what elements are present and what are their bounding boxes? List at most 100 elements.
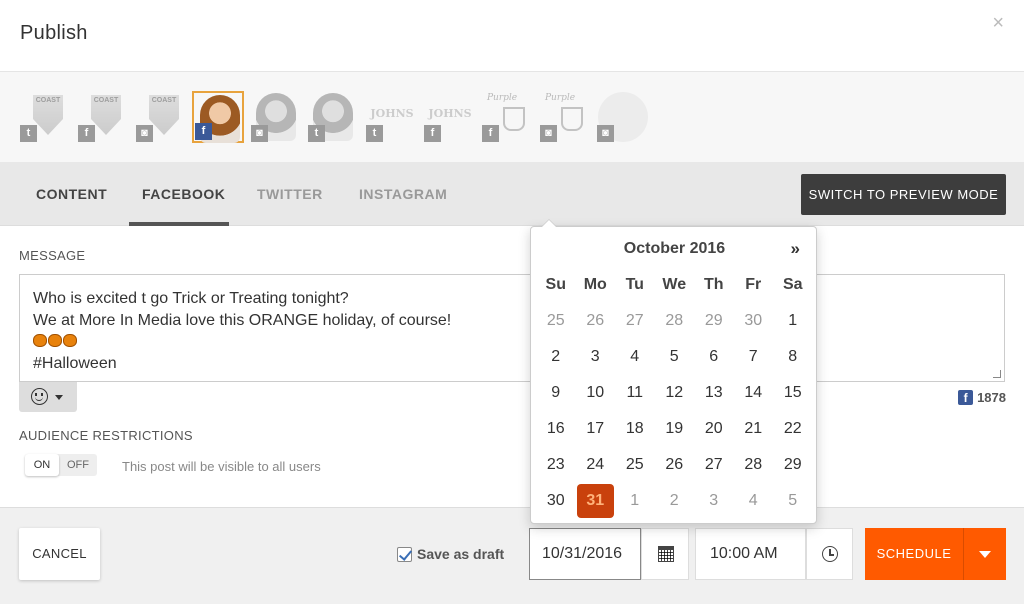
- toggle-on[interactable]: ON: [25, 454, 59, 476]
- calendar-day[interactable]: 27: [615, 303, 655, 339]
- calendar-day[interactable]: 6: [694, 339, 734, 375]
- calendar-day[interactable]: 4: [734, 483, 774, 519]
- emoji-picker-button[interactable]: [19, 382, 77, 412]
- calendar-day[interactable]: 29: [773, 447, 813, 483]
- calendar-day[interactable]: 27: [694, 447, 734, 483]
- date-input[interactable]: 10/31/2016: [529, 528, 641, 580]
- calendar-day[interactable]: 28: [655, 303, 695, 339]
- profile-avatar[interactable]: t: [307, 91, 359, 143]
- calendar-day[interactable]: 30: [734, 303, 774, 339]
- modal-footer: CANCEL Save as draft 10/31/2016 10:00 AM…: [0, 507, 1024, 604]
- toggle-off[interactable]: OFF: [59, 454, 97, 476]
- tab-content[interactable]: CONTENT: [36, 186, 107, 202]
- network-tabs: CONTENT FACEBOOK TWITTER INSTAGRAM SWITC…: [0, 162, 1024, 226]
- calendar-day[interactable]: 4: [615, 339, 655, 375]
- calendar-day[interactable]: 26: [576, 303, 616, 339]
- profile-avatar[interactable]: JOHNS f: [423, 91, 475, 143]
- tab-facebook[interactable]: FACEBOOK: [142, 186, 225, 202]
- calendar-day[interactable]: 10: [576, 375, 616, 411]
- calendar-day[interactable]: 1: [773, 303, 813, 339]
- twitter-icon: t: [366, 125, 383, 142]
- smiley-icon: [31, 388, 48, 405]
- calendar-day[interactable]: 25: [615, 447, 655, 483]
- calendar-day[interactable]: 24: [576, 447, 616, 483]
- clock-button[interactable]: [806, 528, 853, 580]
- profile-avatar[interactable]: Purple f: [481, 91, 533, 143]
- calendar-day[interactable]: 9: [536, 375, 576, 411]
- calendar-icon: [658, 546, 674, 562]
- schedule-button[interactable]: SCHEDULE: [865, 528, 963, 580]
- instagram-icon: ◙: [540, 125, 557, 142]
- facebook-icon: f: [958, 390, 974, 405]
- calendar-day[interactable]: 22: [773, 411, 813, 447]
- facebook-icon: f: [195, 123, 212, 140]
- calendar-day[interactable]: 3: [694, 483, 734, 519]
- calendar-day[interactable]: 5: [655, 339, 695, 375]
- weekday-header: We: [662, 276, 687, 293]
- cancel-button[interactable]: CANCEL: [19, 528, 100, 580]
- weekday-header: Fr: [745, 276, 762, 293]
- audience-toggle[interactable]: ON OFF: [25, 454, 97, 476]
- clock-icon: [822, 546, 838, 562]
- weekday-header: Th: [703, 276, 724, 293]
- calendar-day[interactable]: 29: [694, 303, 734, 339]
- tab-instagram[interactable]: INSTAGRAM: [359, 186, 447, 202]
- tab-twitter[interactable]: TWITTER: [257, 186, 323, 202]
- message-line: Who is excited t go Trick or Treating to…: [33, 290, 349, 307]
- save-as-draft-checkbox[interactable]: Save as draft: [397, 546, 504, 562]
- facebook-icon: f: [482, 125, 499, 142]
- profile-avatar[interactable]: ◙: [596, 91, 648, 143]
- calendar-button[interactable]: [641, 528, 689, 580]
- resize-handle[interactable]: [993, 370, 1001, 378]
- message-textarea[interactable]: Who is excited t go Trick or Treating to…: [19, 274, 1005, 382]
- profile-avatar[interactable]: Purple ◙: [539, 91, 591, 143]
- caret-down-icon: [55, 395, 63, 400]
- modal-title: Publish: [20, 22, 88, 44]
- facebook-icon: f: [78, 125, 95, 142]
- profile-avatar[interactable]: COAST ◙: [135, 91, 187, 143]
- profile-avatar[interactable]: COAST f: [77, 91, 129, 143]
- schedule-dropdown-caret-icon[interactable]: [963, 528, 1006, 580]
- calendar-day[interactable]: 14: [734, 375, 774, 411]
- calendar-day[interactable]: 17: [576, 411, 616, 447]
- calendar-day[interactable]: 16: [536, 411, 576, 447]
- weekday-header: Sa: [782, 276, 803, 293]
- calendar-day[interactable]: 12: [655, 375, 695, 411]
- calendar-day[interactable]: 23: [536, 447, 576, 483]
- calendar-day[interactable]: 11: [615, 375, 655, 411]
- calendar-day[interactable]: 18: [615, 411, 655, 447]
- calendar-day[interactable]: 26: [655, 447, 695, 483]
- calendar-day[interactable]: 3: [576, 339, 616, 375]
- instagram-icon: ◙: [251, 125, 268, 142]
- profile-avatar[interactable]: f: [192, 91, 244, 143]
- profile-avatar[interactable]: ◙: [250, 91, 302, 143]
- switch-to-preview-button[interactable]: SWITCH TO PREVIEW MODE: [801, 174, 1006, 215]
- calendar-day[interactable]: 19: [655, 411, 695, 447]
- calendar-day[interactable]: 15: [773, 375, 813, 411]
- calendar-day[interactable]: 5: [773, 483, 813, 519]
- calendar-day[interactable]: 30: [536, 483, 576, 519]
- calendar-day[interactable]: 25: [536, 303, 576, 339]
- calendar-day[interactable]: 1: [615, 483, 655, 519]
- instagram-icon: ◙: [597, 125, 614, 142]
- calendar-day[interactable]: 2: [655, 483, 695, 519]
- close-icon[interactable]: ×: [992, 12, 1004, 35]
- profile-avatar[interactable]: COAST t: [19, 91, 71, 143]
- facebook-follower-count: f 1878: [958, 390, 1006, 405]
- pumpkin-emoji-icon: [33, 334, 47, 347]
- checkbox-checked-icon[interactable]: [397, 546, 412, 562]
- next-month-button[interactable]: »: [791, 239, 800, 259]
- profile-avatar[interactable]: JOHNS t: [365, 91, 417, 143]
- time-input[interactable]: 10:00 AM: [695, 528, 806, 580]
- calendar-day[interactable]: 13: [694, 375, 734, 411]
- calendar-day[interactable]: 20: [694, 411, 734, 447]
- weekday-header: Tu: [625, 276, 644, 293]
- publish-modal: Publish × COAST t COAST f COAST ◙ f ◙ t JOHNS t JOH…: [0, 0, 1024, 604]
- calendar-day[interactable]: 28: [734, 447, 774, 483]
- calendar-day[interactable]: 21: [734, 411, 774, 447]
- calendar-day[interactable]: 2: [536, 339, 576, 375]
- calendar-day[interactable]: 31: [576, 484, 614, 518]
- date-picker-month[interactable]: October 2016: [531, 240, 818, 258]
- calendar-day[interactable]: 7: [734, 339, 774, 375]
- calendar-day[interactable]: 8: [773, 339, 813, 375]
